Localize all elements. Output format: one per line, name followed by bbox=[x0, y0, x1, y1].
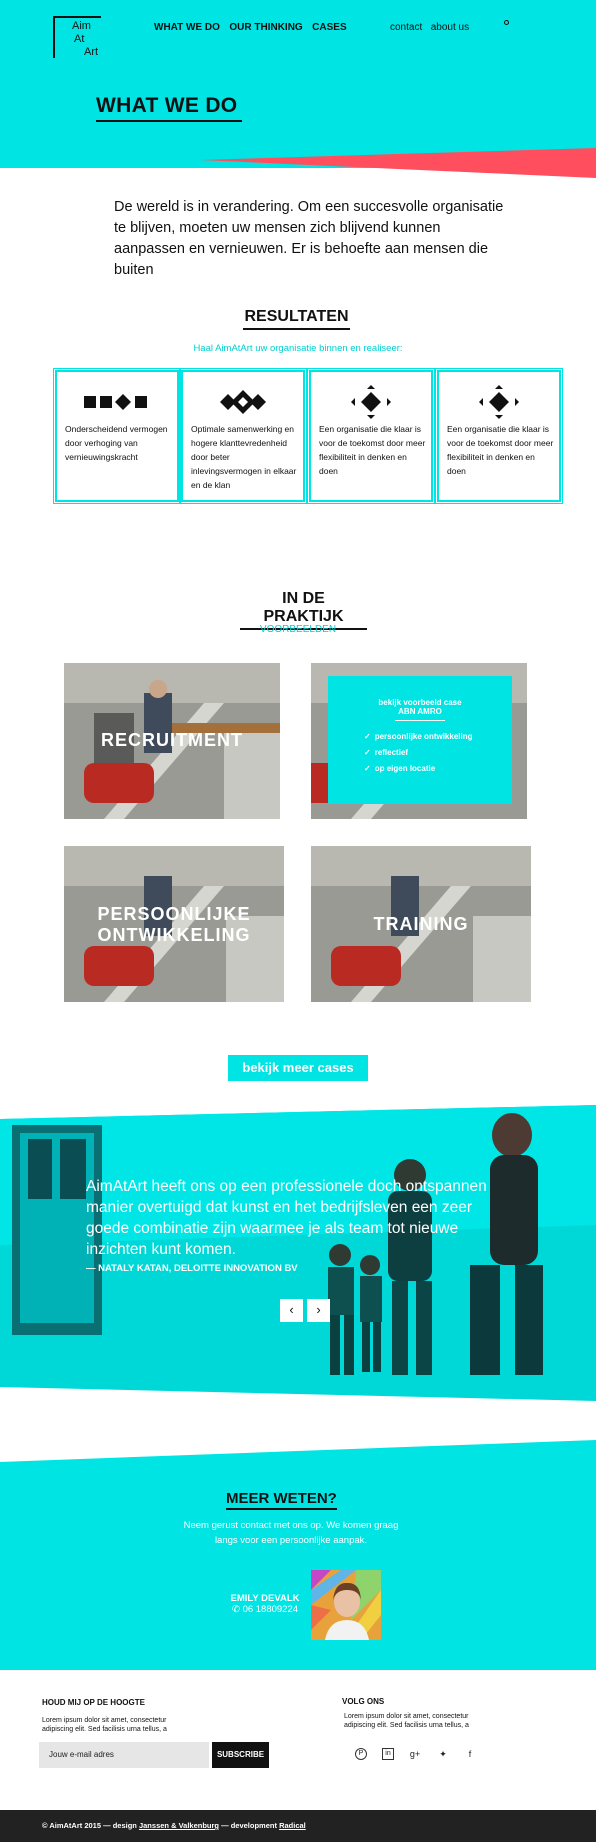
contact-phone[interactable]: ✆ 06 18809224 bbox=[225, 1604, 305, 1615]
follow-text: Lorem ipsum dolor sit amet, consectetur … bbox=[344, 1713, 469, 1729]
result-card-text: Een organisatie die klaar is voor de toe… bbox=[447, 424, 554, 476]
panel-divider bbox=[395, 720, 445, 721]
logo-line: Art bbox=[84, 46, 99, 58]
panel-list: ✓ persoonlijke ontwikkeling ✓ reflectief ✓… bbox=[328, 729, 512, 777]
expand-diamond-icon bbox=[311, 385, 431, 419]
design-label: design bbox=[112, 1821, 137, 1830]
shapes-icon bbox=[57, 390, 177, 414]
search-icon[interactable] bbox=[504, 20, 509, 25]
chevron-left-icon[interactable]: ‹ bbox=[280, 1299, 303, 1322]
results-title: RESULTATEN bbox=[243, 308, 350, 330]
secondary-nav: contact about us bbox=[390, 17, 469, 35]
footer-credits: © AimAtArt 2015 — design Janssen & Valke… bbox=[42, 1821, 306, 1830]
panel-item-label: reflectief bbox=[374, 748, 409, 757]
contact-person: EMILY DEVALK ✆ 06 18809224 bbox=[225, 1593, 305, 1615]
result-card: Optimale samenwerking en hogere klanttev… bbox=[179, 368, 307, 504]
panel-client: ABN AMRO bbox=[398, 707, 442, 716]
nav-cases[interactable]: CASES bbox=[312, 22, 346, 33]
check-icon: ✓ bbox=[364, 748, 371, 757]
nav-what-we-do[interactable]: WHAT WE DO bbox=[154, 22, 220, 33]
panel-heading: bekijk voorbeeld case bbox=[378, 698, 462, 707]
case-title: RECRUITMENT bbox=[101, 730, 243, 750]
phone-number: 06 18809224 bbox=[242, 1604, 299, 1615]
testimonial-author: — NATALY KATAN, DELOITTE INNOVATION BV bbox=[86, 1263, 298, 1274]
design-link[interactable]: Janssen & Valkenburg bbox=[139, 1821, 219, 1830]
dev-label: development bbox=[230, 1821, 277, 1830]
case-title: PERSOONLIJKE ONTWIKKELING bbox=[97, 904, 251, 945]
more-cases-button[interactable]: bekijk meer cases bbox=[228, 1055, 368, 1081]
nav-contact[interactable]: contact bbox=[390, 22, 422, 33]
intro-text: De wereld is in verandering. Om een succ… bbox=[114, 199, 504, 278]
panel-item-label: persoonlijke ontwikkeling bbox=[374, 732, 473, 741]
separator: — bbox=[103, 1821, 113, 1830]
practice-subtitle: VOORBEELDEN bbox=[259, 624, 337, 635]
email-field[interactable]: Jouw e-mail adres bbox=[39, 1742, 209, 1768]
facebook-icon[interactable]: f bbox=[464, 1748, 476, 1760]
case-recruitment[interactable]: RECRUITMENT bbox=[64, 663, 280, 819]
results-subtitle: Haal AimAtArt uw organisatie binnen en r… bbox=[193, 343, 403, 354]
newsletter-text: Lorem ipsum dolor sit amet, consectetur … bbox=[42, 1717, 167, 1733]
contact-section-bg bbox=[0, 1440, 596, 1670]
case-persoonlijke-ontwikkeling[interactable]: PERSOONLIJKE ONTWIKKELING bbox=[64, 846, 284, 1002]
chevron-right-icon[interactable]: › bbox=[307, 1299, 330, 1322]
avatar bbox=[311, 1570, 381, 1640]
twitter-icon[interactable]: ✦ bbox=[437, 1748, 449, 1760]
case-detail-panel: bekijk voorbeeld case ABN AMRO ✓ persoonl… bbox=[328, 676, 512, 804]
googleplus-icon[interactable]: g+ bbox=[409, 1748, 421, 1760]
result-card: Onderscheidend vermogen door verhoging v… bbox=[53, 368, 181, 504]
panel-item-label: op eigen locatie bbox=[374, 764, 436, 773]
main-nav: WHAT WE DO OUR THINKING CASES bbox=[154, 17, 347, 35]
result-card: Een organisatie die klaar is voor de toe… bbox=[435, 368, 563, 504]
contact-text: Neem gerust contact met ons op. We komen… bbox=[183, 1520, 399, 1546]
case-training[interactable]: TRAINING bbox=[311, 846, 531, 1002]
case-title: TRAINING bbox=[373, 914, 469, 934]
contact-title: MEER WETEN? bbox=[226, 1490, 337, 1510]
subscribe-button[interactable]: SUBSCRIBE bbox=[212, 1742, 269, 1768]
pinterest-icon[interactable]: P bbox=[355, 1748, 367, 1760]
contact-name: EMILY DEVALK bbox=[230, 1593, 300, 1604]
panel-item: ✓ reflectief bbox=[364, 745, 512, 761]
expand-diamond-icon bbox=[439, 385, 559, 419]
follow-title: VOLG ONS bbox=[342, 1697, 385, 1706]
panel-item: ✓ persoonlijke ontwikkeling bbox=[364, 729, 512, 745]
newsletter-title: HOUD MIJ OP DE HOOGTE bbox=[42, 1698, 145, 1707]
logo-line: At bbox=[74, 33, 85, 45]
result-card: Een organisatie die klaar is voor de toe… bbox=[307, 368, 435, 504]
nav-about-us[interactable]: about us bbox=[431, 22, 469, 33]
dev-link[interactable]: Radical bbox=[279, 1821, 306, 1830]
check-icon: ✓ bbox=[364, 764, 371, 773]
copyright: © AimAtArt 2015 bbox=[42, 1821, 102, 1830]
linkedin-icon[interactable]: in bbox=[382, 1748, 394, 1760]
logo-line: Aim bbox=[72, 20, 91, 32]
nav-our-thinking[interactable]: OUR THINKING bbox=[229, 22, 302, 33]
result-card-text: Een organisatie die klaar is voor de toe… bbox=[319, 424, 426, 476]
check-icon: ✓ bbox=[364, 732, 371, 741]
separator: — bbox=[221, 1821, 231, 1830]
panel-item: ✓ op eigen locatie bbox=[364, 761, 512, 777]
result-card-text: Onderscheidend vermogen door verhoging v… bbox=[65, 424, 168, 462]
phone-icon: ✆ bbox=[231, 1604, 243, 1615]
diamonds-icon bbox=[183, 390, 303, 414]
testimonial-quote: AimAtArt heeft ons op een professionele … bbox=[86, 1178, 487, 1258]
result-card-text: Optimale samenwerking en hogere klanttev… bbox=[191, 424, 297, 490]
logo-text[interactable]: Aim At Art bbox=[72, 20, 98, 59]
page-title: WHAT WE DO bbox=[96, 94, 242, 122]
hero-slant-shape bbox=[0, 148, 596, 178]
